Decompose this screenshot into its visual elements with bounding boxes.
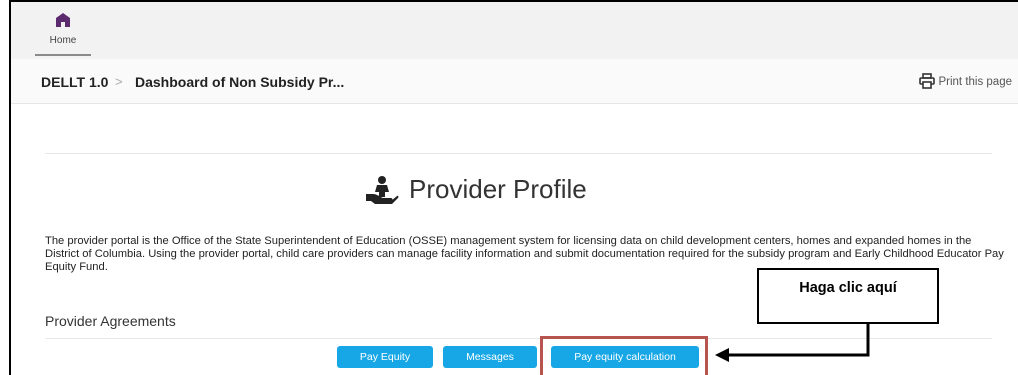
app-frame: Home DELLT 1.0 > Dashboard of Non Subsid… <box>9 0 1018 375</box>
callout-arrow <box>715 324 870 362</box>
